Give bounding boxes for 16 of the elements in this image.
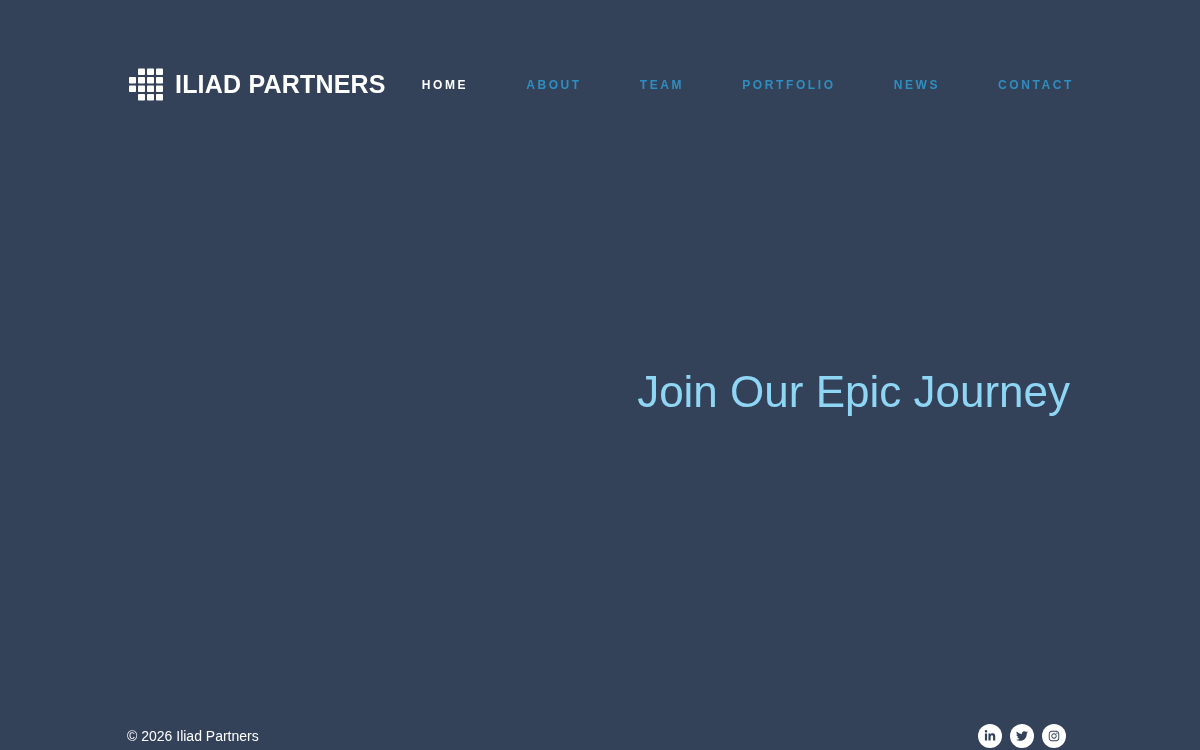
instagram-link[interactable] — [1042, 724, 1066, 748]
linkedin-icon — [984, 730, 996, 742]
instagram-icon — [1048, 730, 1060, 742]
nav-link[interactable]: NEWS — [893, 79, 941, 91]
linkedin-link[interactable] — [978, 724, 1002, 748]
hero-heading: Join Our Epic Journey — [637, 370, 1070, 414]
twitter-icon — [1016, 730, 1028, 742]
nav-link[interactable]: HOME — [421, 79, 469, 91]
twitter-link[interactable] — [1010, 724, 1034, 748]
nav-link[interactable]: PORTFOLIO — [742, 79, 836, 91]
nav-link[interactable]: TEAM — [639, 79, 685, 91]
grid-logo-icon — [129, 68, 163, 101]
logo-link[interactable]: ILIAD PARTNERS — [129, 66, 386, 101]
nav-link[interactable]: CONTACT — [998, 79, 1074, 91]
copyright-text: © 2026 Iliad Partners — [127, 729, 259, 743]
nav-link[interactable]: ABOUT — [526, 79, 582, 91]
